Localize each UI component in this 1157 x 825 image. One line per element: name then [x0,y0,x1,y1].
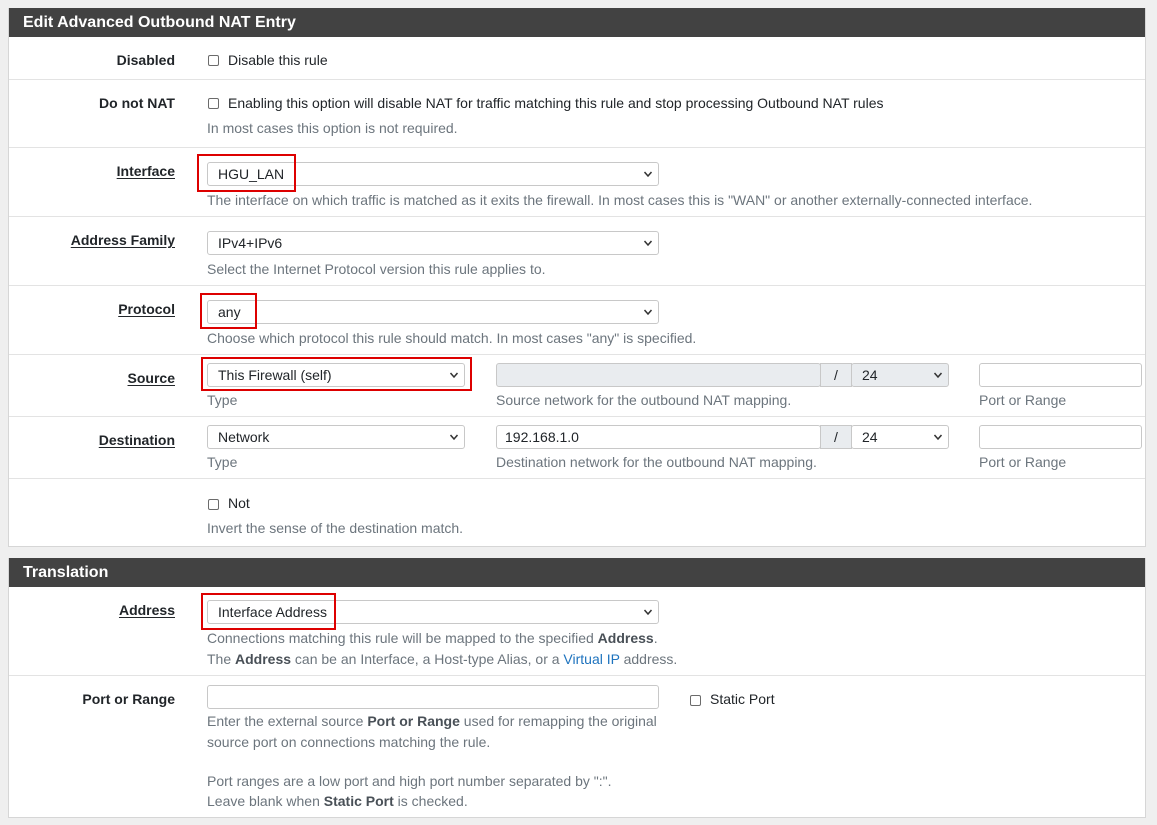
translation-port-help-line2: source port on connections matching the … [207,734,491,750]
row-protocol: Protocol any Choose which protocol this … [9,286,1145,355]
chevron-down-icon [644,609,652,616]
destination-port-input[interactable] [979,425,1142,449]
address-help2-bold: Address [235,651,292,667]
do-not-nat-checkbox[interactable] [208,98,219,109]
translation-port-help-line4: Leave blank when Static Port is checked. [207,793,468,809]
row-not: Not Invert the sense of the destination … [9,479,1145,547]
source-mask-value: 24 [862,367,878,383]
address-help2-end: address. [619,651,678,667]
port-help4-bold: Static Port [323,793,394,809]
do-not-nat-checkbox-label: Enabling this option will disable NAT fo… [228,95,884,111]
row-destination: Destination Network Type 192.168.1.0 / 2… [9,417,1145,479]
panel-heading-edit-nat: Edit Advanced Outbound NAT Entry [9,8,1145,37]
row-source: Source This Firewall (self) Type / 24 So… [9,355,1145,417]
source-label: Source [127,370,175,386]
address-family-help: Select the Internet Protocol version thi… [207,261,546,277]
translation-address-help-line1: Connections matching this rule will be m… [207,630,658,646]
chevron-down-icon [450,434,458,441]
chevron-down-icon [644,309,652,316]
destination-network-input[interactable]: 192.168.1.0 [496,425,821,449]
source-mask-select[interactable]: 24 [851,363,949,387]
source-type-select-value: This Firewall (self) [218,367,332,383]
source-port-help: Port or Range [979,392,1067,408]
destination-port-help: Port or Range [979,454,1067,470]
address-family-select[interactable]: IPv4+IPv6 [207,231,659,255]
protocol-select[interactable]: any [207,300,659,324]
row-address-family: Address Family IPv4+IPv6 Select the Inte… [9,217,1145,286]
destination-mask-slash: / [820,425,852,449]
address-help2-mid: can be an Interface, a Host-type Alias, … [291,651,564,667]
destination-mask-select[interactable]: 24 [851,425,949,449]
translation-port-label: Port or Range [82,691,175,707]
destination-type-help: Type [207,454,238,470]
protocol-help: Choose which protocol this rule should m… [207,330,697,346]
address-help1-bold: Address [597,630,654,646]
disabled-label: Disabled [116,52,175,68]
port-help1-text: Enter the external source [207,713,368,729]
chevron-down-icon [644,171,652,178]
not-checkbox-label: Not [228,495,250,511]
disable-rule-checkbox[interactable] [208,55,219,66]
translation-port-input[interactable] [207,685,659,709]
translation-panel: Translation Address Interface Address Co… [8,558,1146,818]
source-type-help: Type [207,392,238,408]
destination-type-select[interactable]: Network [207,425,465,449]
not-checkbox[interactable] [208,499,219,510]
destination-type-select-value: Network [218,429,270,445]
outbound-nat-panel: Edit Advanced Outbound NAT Entry Disable… [8,8,1146,547]
static-port-checkbox-label: Static Port [710,691,775,707]
port-help1-end: used for remapping the original [459,713,657,729]
chevron-down-icon [644,240,652,247]
do-not-nat-help: In most cases this option is not require… [207,120,458,136]
translation-address-help-line2: The Address can be an Interface, a Host-… [207,651,677,667]
source-port-input[interactable] [979,363,1142,387]
row-disabled: Disabled Disable this rule [9,37,1145,80]
port-help4-text: Leave blank when [207,793,324,809]
translation-address-select[interactable]: Interface Address [207,600,659,624]
row-translation-address: Address Interface Address Connections ma… [9,587,1145,676]
not-help: Invert the sense of the destination matc… [207,520,464,536]
address-help1-end: . [653,630,658,646]
translation-port-help-line3: Port ranges are a low port and high port… [207,773,612,789]
address-help2-text: The [207,651,236,667]
interface-help: The interface on which traffic is matche… [207,192,1033,208]
interface-select-value: HGU_LAN [218,166,285,182]
source-type-select[interactable]: This Firewall (self) [207,363,465,387]
virtual-ip-link[interactable]: Virtual IP [563,651,619,667]
destination-label: Destination [98,432,175,448]
interface-label: Interface [116,163,175,179]
address-help1-text: Connections matching this rule will be m… [207,630,598,646]
address-family-label: Address Family [70,232,175,248]
row-do-not-nat: Do not NAT Enabling this option will dis… [9,80,1145,148]
address-family-select-value: IPv4+IPv6 [218,235,283,251]
translation-address-value: Interface Address [218,604,327,620]
do-not-nat-label: Do not NAT [99,95,175,111]
interface-select[interactable]: HGU_LAN [207,162,659,186]
disable-rule-checkbox-label: Disable this rule [228,52,328,68]
destination-network-help: Destination network for the outbound NAT… [496,454,817,470]
chevron-down-icon [934,372,942,379]
translation-port-help-line1: Enter the external source Port or Range … [207,713,657,729]
panel-heading-translation: Translation [9,558,1145,587]
protocol-label: Protocol [118,301,175,317]
port-help1-bold: Port or Range [367,713,460,729]
static-port-checkbox[interactable] [690,695,701,706]
destination-mask-value: 24 [862,429,878,445]
row-translation-port: Port or Range Static Port Enter the exte… [9,676,1145,818]
translation-address-label: Address [118,602,175,618]
protocol-select-value: any [218,304,241,320]
chevron-down-icon [450,372,458,379]
source-network-input[interactable] [496,363,821,387]
source-network-help: Source network for the outbound NAT mapp… [496,392,792,408]
chevron-down-icon [934,434,942,441]
port-help4-end: is checked. [393,793,468,809]
source-mask-slash: / [820,363,852,387]
row-interface: Interface HGU_LAN The interface on which… [9,148,1145,217]
